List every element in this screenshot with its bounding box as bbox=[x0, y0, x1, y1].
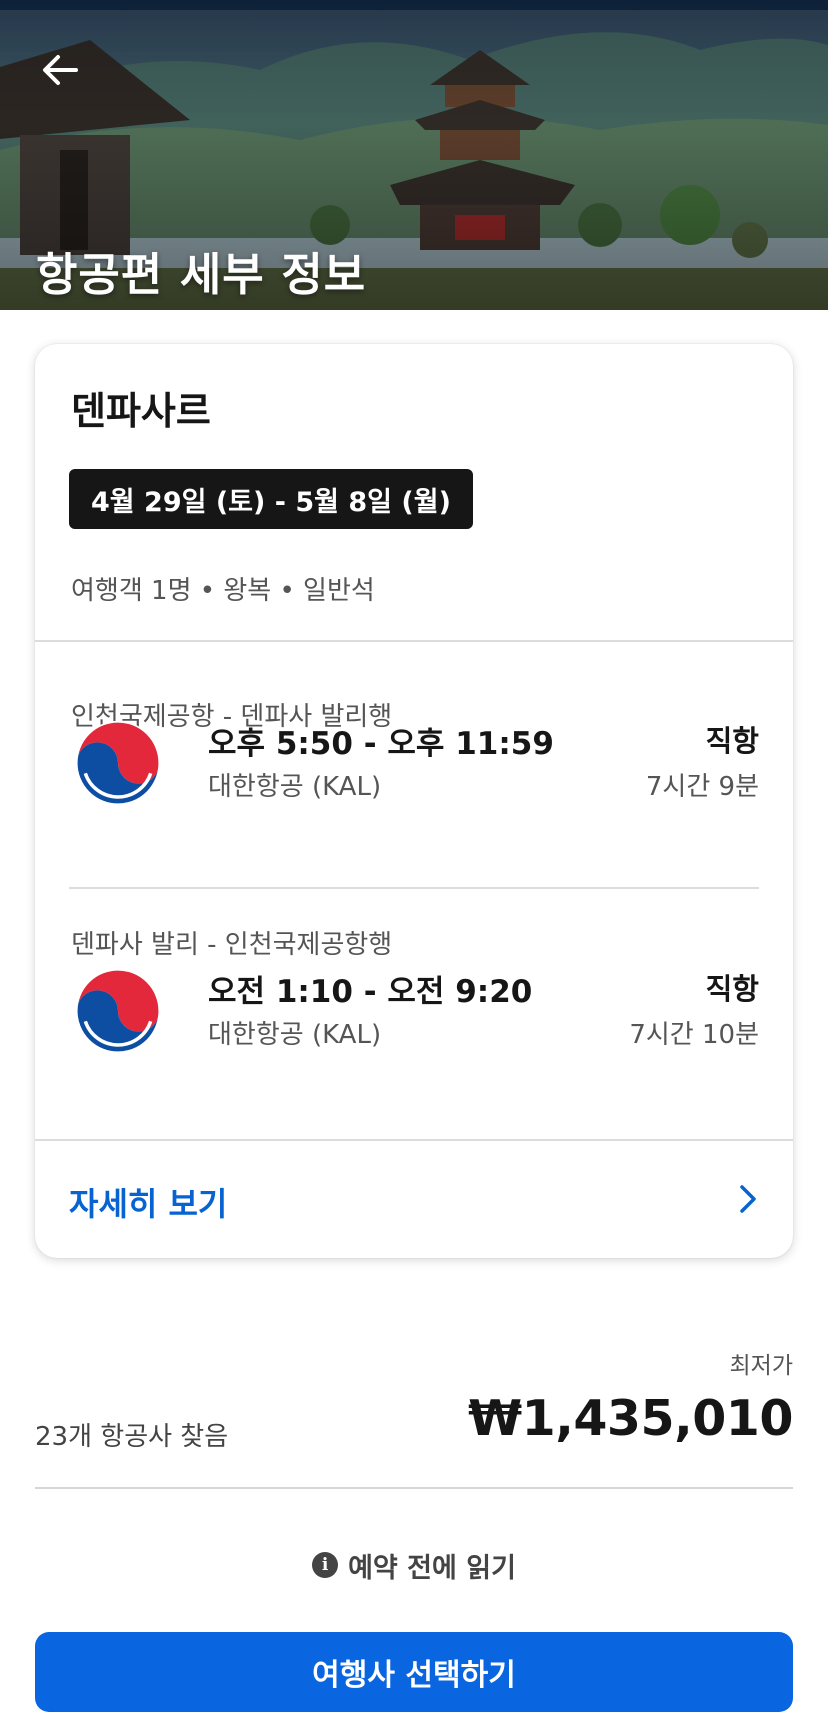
korean-air-logo-icon bbox=[75, 720, 161, 806]
arrow-left-icon bbox=[43, 55, 78, 85]
return-route-label: 덴파사 발리 - 인천국제공항행 bbox=[71, 930, 393, 960]
view-details-label: 자세히 보기 bbox=[69, 1185, 228, 1223]
flight-times: 오후 5:50 - 오후 11:59 bbox=[208, 726, 554, 762]
divider bbox=[35, 640, 793, 642]
info-icon: i bbox=[312, 1552, 339, 1578]
select-agency-label: 여행사 선택하기 bbox=[312, 1658, 516, 1693]
trip-info: 여행객 1명 • 왕복 • 일반석 bbox=[71, 576, 375, 606]
price-value: ₩1,435,010 bbox=[468, 1390, 793, 1447]
outbound-flight-row[interactable]: 오후 5:50 - 오후 11:59 대한항공 (KAL) 직항 7시간 9분 bbox=[35, 714, 793, 814]
back-button[interactable] bbox=[30, 40, 90, 100]
view-details-button[interactable]: 자세히 보기 bbox=[35, 1141, 793, 1258]
page-title: 항공편 세부 정보 bbox=[36, 248, 367, 301]
read-before-booking-link[interactable]: i 예약 전에 읽기 bbox=[0, 1540, 828, 1590]
stops-label: 직항 bbox=[705, 972, 759, 1006]
airline-name: 대한항공 (KAL) bbox=[208, 772, 382, 802]
divider bbox=[69, 887, 759, 889]
flight-summary-card: 덴파사르 4월 29일 (토) - 5월 8일 (월) 여행객 1명 • 왕복 … bbox=[35, 344, 793, 1258]
korean-air-logo-icon bbox=[75, 968, 161, 1054]
airlines-found-text: 23개 항공사 찾음 bbox=[35, 1422, 229, 1452]
return-flight-row[interactable]: 오전 1:10 - 오전 9:20 대한항공 (KAL) 직항 7시간 10분 bbox=[35, 962, 793, 1062]
flight-duration: 7시간 9분 bbox=[645, 772, 759, 802]
read-before-booking-label: 예약 전에 읽기 bbox=[348, 1552, 516, 1584]
chevron-right-icon bbox=[740, 1185, 756, 1213]
flight-times: 오전 1:10 - 오전 9:20 bbox=[208, 974, 533, 1010]
destination-title: 덴파사르 bbox=[71, 389, 211, 433]
airline-name: 대한항공 (KAL) bbox=[208, 1020, 382, 1050]
date-range-badge: 4월 29일 (토) - 5월 8일 (월) bbox=[69, 469, 473, 529]
hero-banner: 항공편 세부 정보 bbox=[0, 0, 828, 310]
stops-label: 직항 bbox=[705, 724, 759, 758]
flight-duration: 7시간 10분 bbox=[629, 1020, 759, 1050]
lowest-price-caption: 최저가 bbox=[729, 1353, 793, 1379]
select-agency-button[interactable]: 여행사 선택하기 bbox=[35, 1632, 793, 1712]
divider bbox=[35, 1487, 793, 1489]
